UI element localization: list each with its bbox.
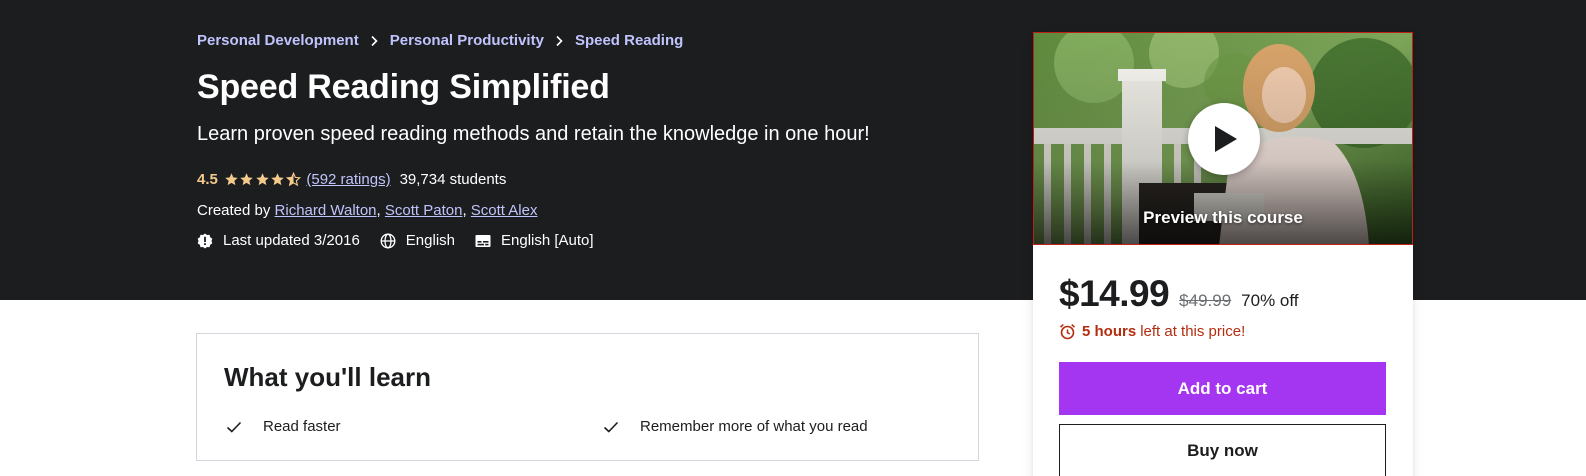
breadcrumb-link-personal-productivity[interactable]: Personal Productivity bbox=[390, 32, 544, 49]
current-price: $14.99 bbox=[1059, 273, 1170, 314]
purchase-sidebar: Preview this course $14.99 $49.99 70% of… bbox=[1033, 32, 1413, 476]
course-language: English bbox=[380, 232, 455, 249]
learn-item: Remember more of what you read bbox=[603, 418, 868, 435]
course-preview[interactable]: Preview this course bbox=[1033, 32, 1413, 245]
course-subtitle: Learn proven speed reading methods and r… bbox=[197, 123, 870, 145]
learn-item-text: Remember more of what you read bbox=[640, 418, 868, 435]
play-icon bbox=[1215, 126, 1237, 152]
breadcrumb: Personal Development Personal Productivi… bbox=[197, 32, 683, 49]
half-star-icon bbox=[285, 172, 301, 187]
captions-text: English [Auto] bbox=[501, 232, 594, 249]
original-price: $49.99 bbox=[1179, 291, 1232, 310]
timer-hours: 5 hours bbox=[1082, 323, 1137, 340]
course-captions: English [Auto] bbox=[475, 232, 594, 249]
star-rating bbox=[224, 172, 302, 187]
check-icon bbox=[226, 421, 242, 433]
sale-timer: 5 hours left at this price! bbox=[1059, 323, 1245, 340]
preview-label: Preview this course bbox=[1143, 208, 1303, 227]
students-count: 39,734 students bbox=[399, 171, 507, 188]
what-you-learn-title: What you'll learn bbox=[224, 362, 431, 392]
instructor-link[interactable]: Richard Walton bbox=[275, 202, 377, 219]
rating-row: 4.5 (592 ratings) 39,734 students bbox=[197, 171, 506, 188]
ratings-count-link[interactable]: (592 ratings) bbox=[306, 171, 390, 188]
course-meta-row: Last updated 3/2016 English English [Aut… bbox=[197, 232, 614, 249]
alert-badge-icon bbox=[197, 233, 213, 248]
breadcrumb-link-personal-development[interactable]: Personal Development bbox=[197, 32, 359, 49]
created-by-label: Created by bbox=[197, 202, 271, 219]
star-icon bbox=[256, 173, 269, 186]
buy-now-button[interactable]: Buy now bbox=[1059, 424, 1386, 476]
play-button[interactable] bbox=[1188, 103, 1260, 175]
instructor-link[interactable]: Scott Alex bbox=[471, 202, 538, 219]
language-text: English bbox=[405, 232, 455, 249]
last-updated: Last updated 3/2016 bbox=[197, 232, 360, 249]
instructor-link[interactable]: Scott Paton bbox=[385, 202, 463, 219]
star-icon bbox=[240, 173, 254, 186]
chevron-right-icon bbox=[555, 35, 564, 47]
price-row: $14.99 $49.99 70% off bbox=[1059, 273, 1299, 315]
globe-icon bbox=[380, 232, 396, 249]
what-you-learn-box: What you'll learn Read faster Remember m… bbox=[196, 333, 979, 461]
breadcrumb-link-speed-reading[interactable]: Speed Reading bbox=[575, 32, 683, 49]
created-by-row: Created by Richard Walton, Scott Paton, … bbox=[197, 202, 538, 219]
timer-text: left at this price! bbox=[1140, 323, 1246, 340]
check-icon bbox=[603, 421, 619, 433]
add-to-cart-button[interactable]: Add to cart bbox=[1059, 362, 1386, 415]
rating-value: 4.5 bbox=[197, 171, 218, 188]
captions-icon bbox=[475, 234, 491, 247]
alarm-clock-icon bbox=[1059, 324, 1076, 340]
discount-percent: 70% off bbox=[1241, 291, 1299, 310]
chevron-right-icon bbox=[370, 35, 379, 47]
last-updated-text: Last updated 3/2016 bbox=[223, 232, 360, 249]
learn-item: Read faster bbox=[226, 418, 341, 435]
star-icon bbox=[271, 173, 285, 186]
learn-item-text: Read faster bbox=[263, 418, 341, 435]
star-icon bbox=[225, 173, 238, 186]
course-title: Speed Reading Simplified bbox=[197, 68, 610, 106]
